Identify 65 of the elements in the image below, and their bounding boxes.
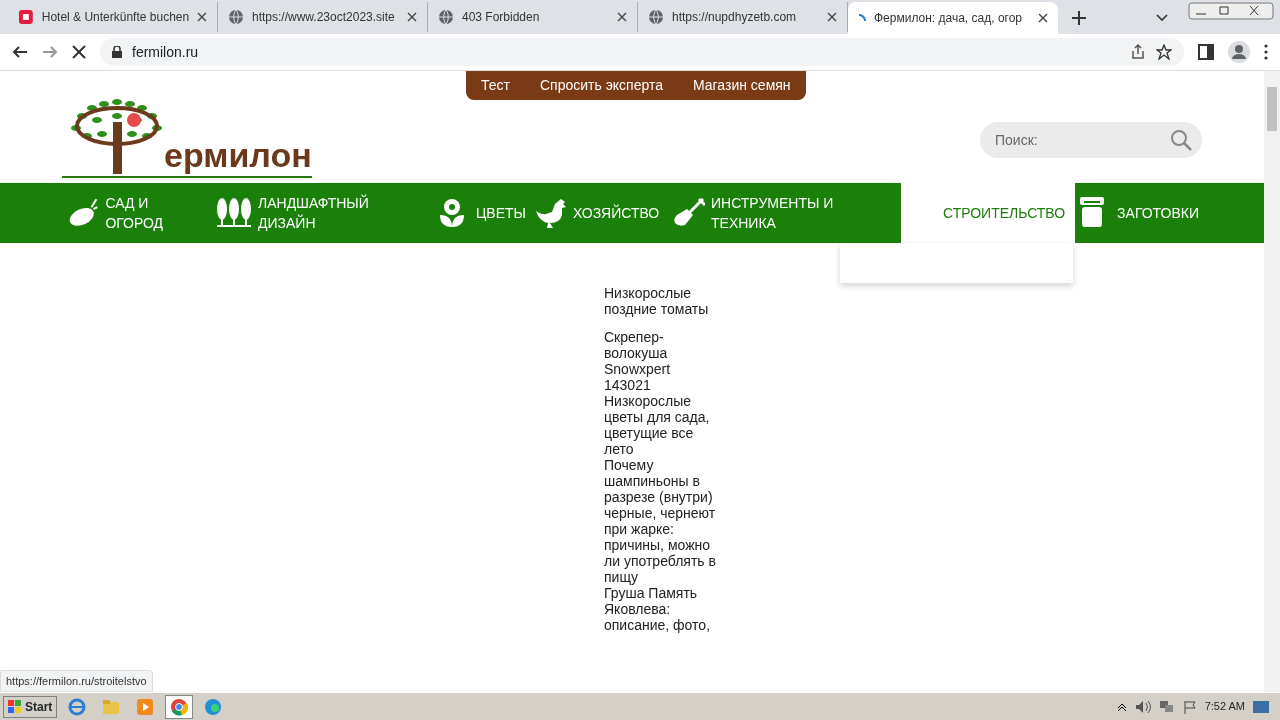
top-menu-link[interactable]: Тест (481, 75, 510, 96)
search-icon[interactable] (1170, 129, 1192, 151)
show-desktop-icon[interactable] (1253, 700, 1269, 713)
close-icon[interactable] (827, 12, 837, 22)
close-icon[interactable] (617, 12, 627, 22)
network-icon[interactable] (1158, 699, 1175, 714)
side-panel-icon[interactable] (1198, 44, 1214, 60)
media-player-icon (136, 697, 155, 716)
nav-link[interactable]: ЗАГОТОВКИ (1075, 183, 1203, 243)
browser-tab[interactable]: Фермилон: дача, сад, огор (848, 2, 1058, 34)
internet-explorer-icon (68, 697, 87, 716)
nav-link[interactable]: ЦВЕТЫ (434, 183, 531, 243)
nav-link[interactable]: ХОЗЯЙСТВО (531, 183, 669, 243)
close-icon[interactable] (197, 12, 207, 22)
speaker-icon[interactable] (1134, 699, 1151, 714)
chevron-down-icon[interactable] (1156, 14, 1168, 22)
article-link[interactable]: Низкорослые поздние томаты (604, 285, 720, 317)
search-field[interactable]: Поиск: (980, 122, 1202, 158)
close-icon[interactable] (1038, 13, 1048, 23)
browser-tab[interactable]: https://www.23oct2023.site (218, 2, 428, 32)
chrome-icon (170, 697, 189, 716)
profile-icon[interactable] (1228, 41, 1250, 63)
scrollbar[interactable] (1264, 71, 1280, 692)
browser-tab[interactable]: 403 Forbidden (428, 2, 638, 32)
top-menu-link[interactable]: Спросить эксперта (539, 75, 663, 96)
close-icon[interactable] (407, 12, 417, 22)
article-link[interactable]: Груша Память Яковлева: описание, фото, (604, 585, 720, 633)
eggplant-icon (68, 197, 100, 229)
edge-icon (204, 697, 223, 716)
clock: 7:52 AM (1204, 699, 1245, 715)
shovel-icon (673, 197, 705, 229)
chevron-up-icon[interactable] (1116, 701, 1127, 712)
browser-tab[interactable]: Hotel & Unterkünfte buchen (8, 2, 218, 32)
globe-icon (438, 9, 454, 25)
new-tab-icon[interactable] (1072, 11, 1086, 25)
forward-icon[interactable] (42, 44, 58, 60)
article-link[interactable]: Скрепер-волокуша Snowxpert 143021 (604, 329, 720, 393)
nav-link[interactable]: ИНСТРУМЕНТЫ И ТЕХНИКА (669, 183, 901, 243)
share-icon[interactable] (1130, 44, 1146, 60)
start-button[interactable]: Start (3, 695, 58, 718)
address-bar[interactable]: fermilon.ru (100, 38, 1184, 66)
flag-icon[interactable] (1182, 699, 1197, 714)
top-menu-link[interactable]: Магазин семян (692, 75, 791, 96)
windows-logo-icon (8, 699, 22, 714)
status-url: https://fermilon.ru/stroitelstvo (0, 669, 153, 692)
bookmark-star-icon[interactable] (1156, 44, 1172, 60)
site-logo[interactable]: ермилон (62, 96, 312, 178)
back-icon[interactable] (12, 44, 28, 60)
article-link[interactable]: Почему шампиньоны в разрезе (внутри) черные, чернеют при жарке: причины, можно ли употреблять в пищу (604, 457, 720, 585)
nav-link[interactable]: СТРОИТЕЛЬСТВО (901, 183, 1076, 243)
taskbar-app[interactable] (165, 694, 194, 719)
loading-spinner-icon (858, 14, 866, 22)
more-menu-icon[interactable] (1264, 44, 1268, 60)
lock-icon (112, 46, 122, 58)
globe-icon (648, 9, 664, 25)
rooster-icon (535, 197, 567, 229)
nav-link[interactable]: ЛАНДШАФТНЫЙ ДИЗАЙН (212, 183, 434, 243)
trees-icon (216, 197, 252, 229)
nav-link[interactable]: САД И ОГОРОД (64, 183, 212, 243)
article-link[interactable]: Низкорослые цветы для сада, цветущие все лето (604, 393, 720, 457)
folder-icon (102, 697, 121, 716)
globe-icon (228, 9, 244, 25)
window-controls-icon[interactable] (1188, 2, 1274, 20)
browser-tab[interactable]: https://nupdhyzetb.com (638, 2, 848, 32)
stop-icon[interactable] (72, 45, 86, 59)
